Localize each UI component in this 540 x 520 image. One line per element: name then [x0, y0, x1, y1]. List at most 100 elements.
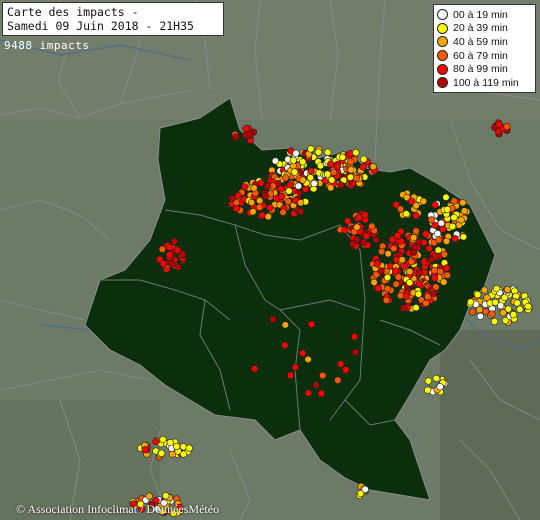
lightning-strike-dot [442, 237, 451, 245]
lightning-strike-dot [317, 389, 325, 398]
lightning-strike-dot [349, 240, 357, 248]
impacts-count: 9488 impacts [4, 39, 90, 52]
lightning-strike-dot [424, 386, 432, 394]
lightning-strike-dot [152, 438, 160, 446]
legend-swatch [437, 9, 448, 21]
lightning-strike-dot [306, 174, 315, 182]
legend-item: 60 à 79 min [437, 49, 532, 63]
lightning-strike-dot [307, 167, 315, 175]
lightning-strike-dot [443, 264, 451, 272]
lightning-strike-dot [415, 269, 423, 277]
lightning-strike-dot [412, 304, 420, 312]
lightning-strike-dot [277, 185, 285, 193]
lightning-strike-dot [407, 258, 416, 266]
lightning-strike-dot [416, 280, 424, 288]
lightning-strike-dot [476, 312, 485, 320]
lightning-strike-dot [408, 197, 416, 205]
lightning-strike-dot [451, 235, 459, 243]
lightning-strike-dot [342, 366, 350, 374]
lightning-strike-dot [232, 204, 241, 213]
lightning-strike-dot [480, 286, 489, 294]
legend-swatch [437, 22, 448, 34]
lightning-strike-dot [281, 341, 289, 349]
legend-label: 60 à 79 min [453, 49, 508, 62]
lightning-strike-dot [436, 267, 444, 276]
lightning-strike-dot [501, 293, 509, 302]
lightning-strike-dot [397, 205, 405, 213]
lightning-strike-dot [168, 260, 176, 268]
lightning-strike-dot [392, 280, 400, 288]
lightning-strike-dot [351, 333, 359, 341]
lightning-strike-dot [327, 184, 335, 192]
lightning-strike-dot [422, 230, 430, 238]
map-title-box: Carte des impacts - Samedi 09 Juin 2018 … [2, 2, 224, 36]
lightning-strike-dot [352, 149, 360, 157]
lightning-strike-dot [297, 199, 305, 207]
lightning-strike-dot [493, 285, 501, 293]
map-title-line2: Samedi 09 Juin 2018 - 21H35 [7, 19, 194, 33]
lightning-strike-dot [297, 207, 305, 216]
lightning-strike-dot [307, 145, 315, 153]
lightning-strike-dot [373, 260, 381, 268]
lightning-strike-dot [411, 243, 419, 251]
lightning-strike-dot [406, 279, 414, 287]
lightning-strike-dot [383, 285, 392, 293]
legend-item: 40 à 59 min [437, 35, 532, 49]
lightning-strike-dot [361, 211, 369, 219]
legend-label: 100 à 119 min [453, 76, 519, 89]
lightning-strike-dot [419, 197, 428, 205]
lightning-strike-dot [402, 210, 410, 218]
lightning-strike-dot [232, 133, 240, 141]
lightning-strike-dot [141, 446, 149, 454]
lightning-strike-dot [347, 158, 355, 166]
lightning-strike-dot [443, 205, 451, 214]
lightning-strike-dot [459, 233, 468, 241]
lightning-strike-dot [312, 381, 320, 389]
lightning-strike-dot [497, 302, 505, 310]
lightning-strike-dot [406, 268, 414, 276]
lightning-strike-dot [337, 360, 345, 368]
lightning-strike-dot [285, 187, 293, 195]
legend-item: 80 à 99 min [437, 62, 532, 76]
lightning-strike-dot [166, 243, 174, 251]
lightning-strike-dot [388, 236, 397, 244]
lightning-strike-dot [400, 262, 408, 270]
lightning-strike-dot [431, 274, 439, 282]
lightning-strike-dot [490, 317, 499, 326]
lightning-strike-dot [503, 285, 512, 294]
lightning-strike-dot [352, 348, 360, 356]
lightning-strike-dot [467, 298, 475, 306]
lightning-strike-dot [278, 192, 286, 201]
lightning-strike-dot [241, 183, 249, 191]
credit-text: © Association Infoclimat / DonnéesMétéo [16, 502, 220, 516]
lightning-strike-dot [346, 149, 354, 158]
lightning-map-view: Carte des impacts - Samedi 09 Juin 2018 … [0, 0, 540, 520]
lightning-strike-dot [170, 237, 178, 245]
lightning-strike-dot [495, 120, 503, 128]
lightning-strike-dot [319, 371, 327, 380]
lightning-strike-dot [271, 157, 280, 165]
lightning-strike-dot [328, 176, 336, 184]
lightning-strike-dot [157, 449, 166, 457]
lightning-strike-dot [435, 236, 443, 244]
lightning-strike-dot [289, 156, 298, 164]
lightning-strike-dot [247, 198, 256, 206]
lightning-strike-dot [341, 226, 349, 234]
lightning-strike-dot [307, 320, 316, 329]
lightning-strike-dot [284, 197, 292, 206]
lightning-strike-dot [299, 349, 307, 357]
lightning-strike-dot [450, 197, 458, 205]
lightning-strike-dot [338, 153, 347, 161]
lightning-strike-dot [282, 174, 290, 182]
lightning-strike-dot [246, 130, 254, 138]
lightning-strike-dot [412, 227, 420, 235]
lightning-strike-dot [352, 174, 361, 182]
lightning-strike-dot [450, 213, 458, 222]
lightning-strike-dot [509, 311, 518, 319]
lightning-strike-dot [434, 230, 442, 238]
lightning-strike-dot [250, 184, 258, 192]
lightning-strike-dot [400, 304, 408, 312]
lightning-strike-dot [286, 371, 295, 379]
lightning-strike-dot [384, 250, 392, 258]
lightning-strike-dot [251, 365, 259, 373]
